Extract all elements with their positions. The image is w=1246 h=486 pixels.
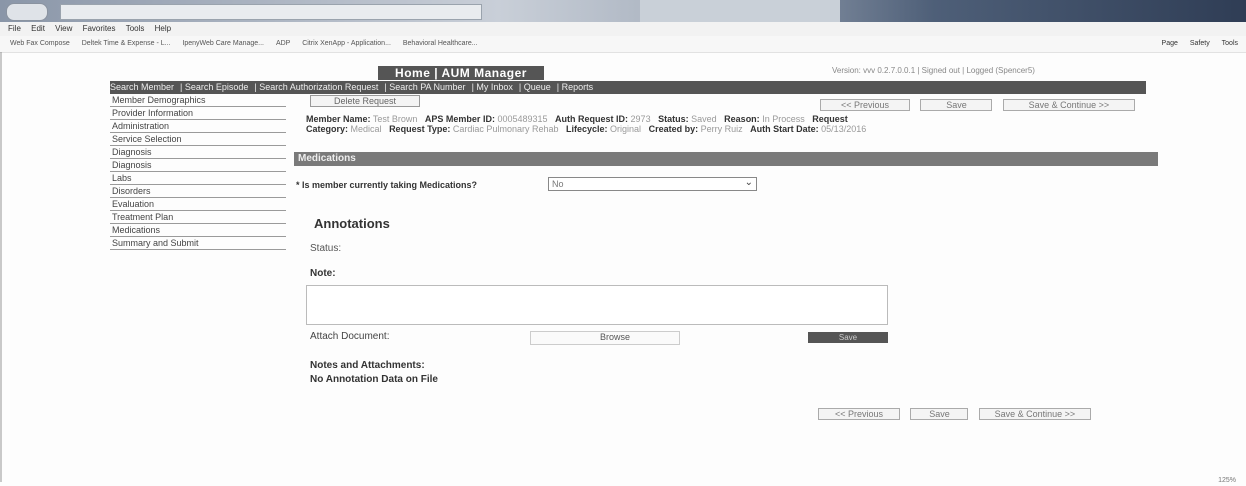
sidebar-item-medications[interactable]: Medications [110,224,286,237]
member-name-label: Member Name: [306,114,371,124]
sidebar-item-provider-information[interactable]: Provider Information [110,107,286,120]
chevron-down-icon: ⌄ [744,177,753,188]
browser-title-bar [0,0,1246,22]
annotation-status-label: Status: [310,243,342,254]
sidebar-item-treatment-plan[interactable]: Treatment Plan [110,211,286,224]
member-info-row-2: Category: Medical Request Type: Cardiac … [306,124,1156,134]
auth-request-id-value: 2973 [630,114,651,124]
menu-edit[interactable]: Edit [31,24,45,33]
save-continue-button[interactable]: Save & Continue >> [1002,99,1135,111]
favorite-link[interactable]: ADP [276,40,290,47]
save-annotation-button[interactable]: Save [808,332,888,343]
browse-button[interactable]: Browse [600,332,630,342]
nav-search-member[interactable]: Search Member [110,82,174,92]
attach-document-label: Attach Document: [310,331,390,342]
status-label: Status: [658,114,689,124]
notes-attachments-heading: Notes and Attachments: [310,360,425,371]
sidebar-item-disorders[interactable]: Disorders [110,185,286,198]
category-value: Medical [350,124,382,134]
note-textarea[interactable] [306,285,888,325]
nav-search-pa-number[interactable]: Search PA Number [389,82,465,92]
lifecycle-label: Lifecycle: [566,124,608,134]
favorite-link[interactable]: Deltek Time & Expense - L... [82,40,171,47]
favorite-link[interactable]: Web Fax Compose [10,40,70,47]
sidebar-item-summary-submit[interactable]: Summary and Submit [110,237,286,250]
main-nav: Search Member | Search Episode | Search Au… [110,81,1146,94]
request-type-value: Cardiac Pulmonary Rehab [452,124,559,134]
nav-reports[interactable]: Reports [562,82,594,92]
nav-search-auth-request[interactable]: Search Authorization Request [259,82,378,92]
bottom-action-bar: << Previous Save Save & Continue >> [818,404,1097,422]
lifecycle-value: Original [610,124,642,134]
favorite-link[interactable]: Citrix XenApp - Application... [302,40,391,47]
auth-start-date-value: 05/13/2016 [821,124,867,134]
address-bar[interactable] [60,4,482,20]
request-type-label: Request Type: [389,124,451,134]
sidebar-item-member-demographics[interactable]: Member Demographics [110,94,286,107]
sidebar-item-evaluation[interactable]: Evaluation [110,198,286,211]
previous-button[interactable]: << Previous [820,99,910,111]
save-button[interactable]: Save [920,99,993,111]
medications-selected-value: No [552,179,564,189]
menu-view[interactable]: View [55,24,72,33]
sidebar-item-labs[interactable]: Labs [110,172,286,185]
annotations-heading: Annotations [314,216,390,231]
request-label: Request [812,114,848,124]
menu-tools[interactable]: Tools [126,24,145,33]
sidebar-item-diagnosis[interactable]: Diagnosis [110,146,286,159]
safety-menu[interactable]: Safety [1190,40,1210,47]
reason-label: Reason: [724,114,760,124]
auth-request-id-label: Auth Request ID: [555,114,629,124]
sidebar-item-administration[interactable]: Administration [110,120,286,133]
favorite-link[interactable]: Behavioral Healthcare... [403,40,478,47]
section-header-medications: Medications [294,152,1158,166]
nav-queue[interactable]: Queue [524,82,551,92]
created-by-value: Perry Ruiz [700,124,743,134]
menu-file[interactable]: File [8,24,21,33]
window-edge [0,52,2,482]
favorite-link[interactable]: IpenyWeb Care Manage... [182,40,264,47]
member-info-row-1: Member Name: Test Brown APS Member ID: 0… [306,114,1156,124]
status-value: Saved [691,114,717,124]
menu-help[interactable]: Help [155,24,171,33]
member-name-value: Test Brown [372,114,418,124]
page-menu[interactable]: Page [1162,40,1178,47]
app-title[interactable]: Home | AUM Manager [378,66,544,80]
browser-tab[interactable] [640,0,840,22]
save-button-bottom[interactable]: Save [910,408,969,420]
member-info-panel: Member Name: Test Brown APS Member ID: 0… [306,114,1156,134]
menu-favorites[interactable]: Favorites [83,24,116,33]
auth-start-date-label: Auth Start Date: [750,124,819,134]
favorites-bar: Web Fax Compose Deltek Time & Expense - … [0,36,1246,53]
sidebar: Member Demographics Provider Information… [110,94,286,250]
save-continue-button-bottom[interactable]: Save & Continue >> [978,408,1091,420]
nav-search-episode[interactable]: Search Episode [185,82,249,92]
nav-my-inbox[interactable]: My Inbox [476,82,513,92]
browser-menu-bar: File Edit View Favorites Tools Help [0,22,1246,37]
aps-member-id-label: APS Member ID: [424,114,495,124]
back-button[interactable] [6,3,48,21]
sidebar-item-service-selection[interactable]: Service Selection [110,133,286,146]
medications-question: * Is member currently taking Medications… [296,180,478,190]
medications-select[interactable]: No ⌄ [548,177,757,191]
top-action-bar: << Previous Save Save & Continue >> [820,95,1141,113]
delete-request-button[interactable]: Delete Request [310,95,420,107]
sidebar-item-diagnosis-2[interactable]: Diagnosis [110,159,286,172]
category-label: Category: [306,124,349,134]
no-annotation-message: No Annotation Data on File [310,374,438,385]
zoom-level[interactable]: 125% [1218,477,1236,484]
note-label: Note: [310,268,336,279]
reason-value: In Process [762,114,805,124]
previous-button-bottom[interactable]: << Previous [818,408,900,420]
created-by-label: Created by: [648,124,699,134]
version-info: Version: vvv 0.2.7.0.0.1 | Signed out | … [832,66,1035,75]
tools-menu[interactable]: Tools [1222,40,1238,47]
aps-member-id-value: 0005489315 [497,114,548,124]
